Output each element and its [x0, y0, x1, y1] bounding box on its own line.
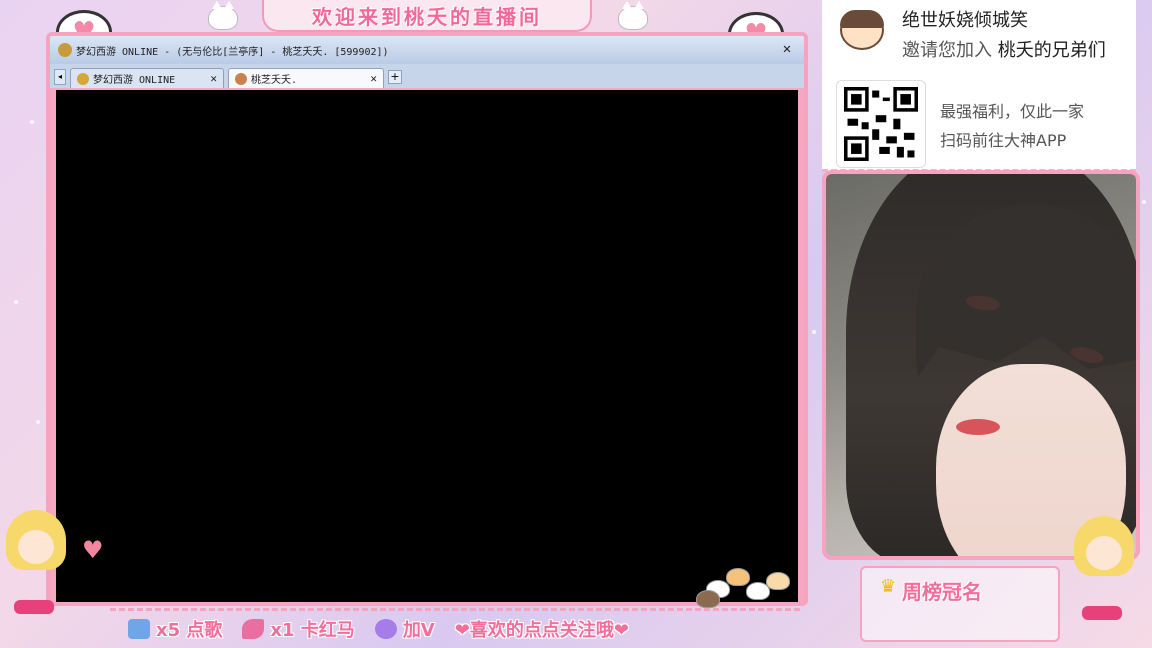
qr-code[interactable] [836, 80, 926, 168]
promo-invite: 邀请您加入 桃夭的兄弟们 [902, 36, 1106, 62]
follow-hint-text: ❤喜欢的点点关注哦❤ [454, 619, 629, 641]
weekly-rank-label: 周榜冠名 [902, 580, 982, 604]
sparkle [36, 420, 40, 424]
welcome-text: 欢迎来到桃夭的直播间 [312, 4, 542, 29]
follow-hint-item: ❤喜欢的点点关注哦❤ [455, 616, 629, 642]
promo-slogan: 绝世妖娆倾城笑 [902, 10, 1028, 31]
webcam-feed [822, 170, 1140, 560]
sparkle [30, 120, 34, 124]
window-close-button[interactable]: ✕ [778, 40, 796, 58]
invite-group: 桃夭的兄弟们 [997, 40, 1106, 61]
add-wechat-item: 加V [374, 616, 435, 642]
sparkle [1142, 200, 1146, 204]
mascot-avatar [832, 0, 892, 56]
heart-icon: ♥ [82, 536, 104, 564]
game-canvas[interactable] [56, 90, 798, 602]
invite-prefix: 邀请您加入 [902, 40, 992, 61]
tab-close-button[interactable]: ✕ [370, 72, 377, 85]
horse-card-text: x1 卡红马 [270, 619, 355, 641]
song-request-item: x5 点歌 [128, 616, 222, 642]
sparkle [812, 330, 816, 334]
tab-character[interactable]: 桃芝夭夭. ✕ [228, 68, 384, 88]
sparkle [14, 300, 18, 304]
cat-icon [618, 1, 648, 30]
tab-close-button[interactable]: ✕ [210, 72, 217, 85]
promo-scan-hint: 扫码前往大神APP [940, 131, 1067, 150]
crown-icon: ♛ [880, 576, 897, 597]
window-titlebar[interactable]: 梦幻西游 ONLINE - (无与伦比[兰亭序] - 桃芝夭夭. [599902… [50, 36, 804, 64]
tab-bar: ◂ 梦幻西游 ONLINE ✕ 桃芝夭夭. ✕ + [50, 64, 804, 88]
cats-decoration [696, 560, 796, 608]
rocket-icon [242, 618, 265, 639]
qr-code-icon [844, 87, 918, 161]
tab-label: 梦幻西游 ONLINE [93, 75, 176, 86]
promo-panel: 绝世妖娆倾城笑 邀请您加入 桃夭的兄弟们 最强福利，仅此一家 扫码前往大神APP [822, 0, 1136, 172]
wing-icon [374, 618, 397, 639]
welcome-banner: 欢迎来到桃夭的直播间 [262, 0, 592, 32]
tab-label: 桃芝夭夭. [251, 75, 298, 86]
song-request-text: x5 点歌 [156, 619, 223, 641]
tab-scroll-button[interactable]: ◂ [54, 69, 66, 85]
add-wechat-text: 加V [402, 619, 435, 641]
cat-icon [208, 1, 238, 30]
promo-benefit: 最强福利，仅此一家 [940, 102, 1085, 121]
add-tab-button[interactable]: + [388, 70, 402, 84]
ticket-icon [128, 618, 150, 639]
tab-menghuanxiyou[interactable]: 梦幻西游 ONLINE ✕ [70, 68, 224, 88]
game-logo-icon [77, 72, 89, 85]
game-window: 梦幻西游 ONLINE - (无与伦比[兰亭序] - 桃芝夭夭. [599902… [46, 32, 808, 606]
horse-card-item: x1 卡红马 [242, 616, 355, 642]
character-avatar-icon [235, 72, 247, 85]
window-title: 梦幻西游 ONLINE - (无与伦比[兰亭序] - 桃芝夭夭. [599902… [76, 46, 389, 58]
weekly-rank-box: ♛ 周榜冠名 [860, 566, 1060, 642]
bottom-info-bar: x5 点歌 x1 卡红马 加V ❤喜欢的点点关注哦❤ [110, 608, 800, 646]
app-icon [58, 43, 72, 57]
